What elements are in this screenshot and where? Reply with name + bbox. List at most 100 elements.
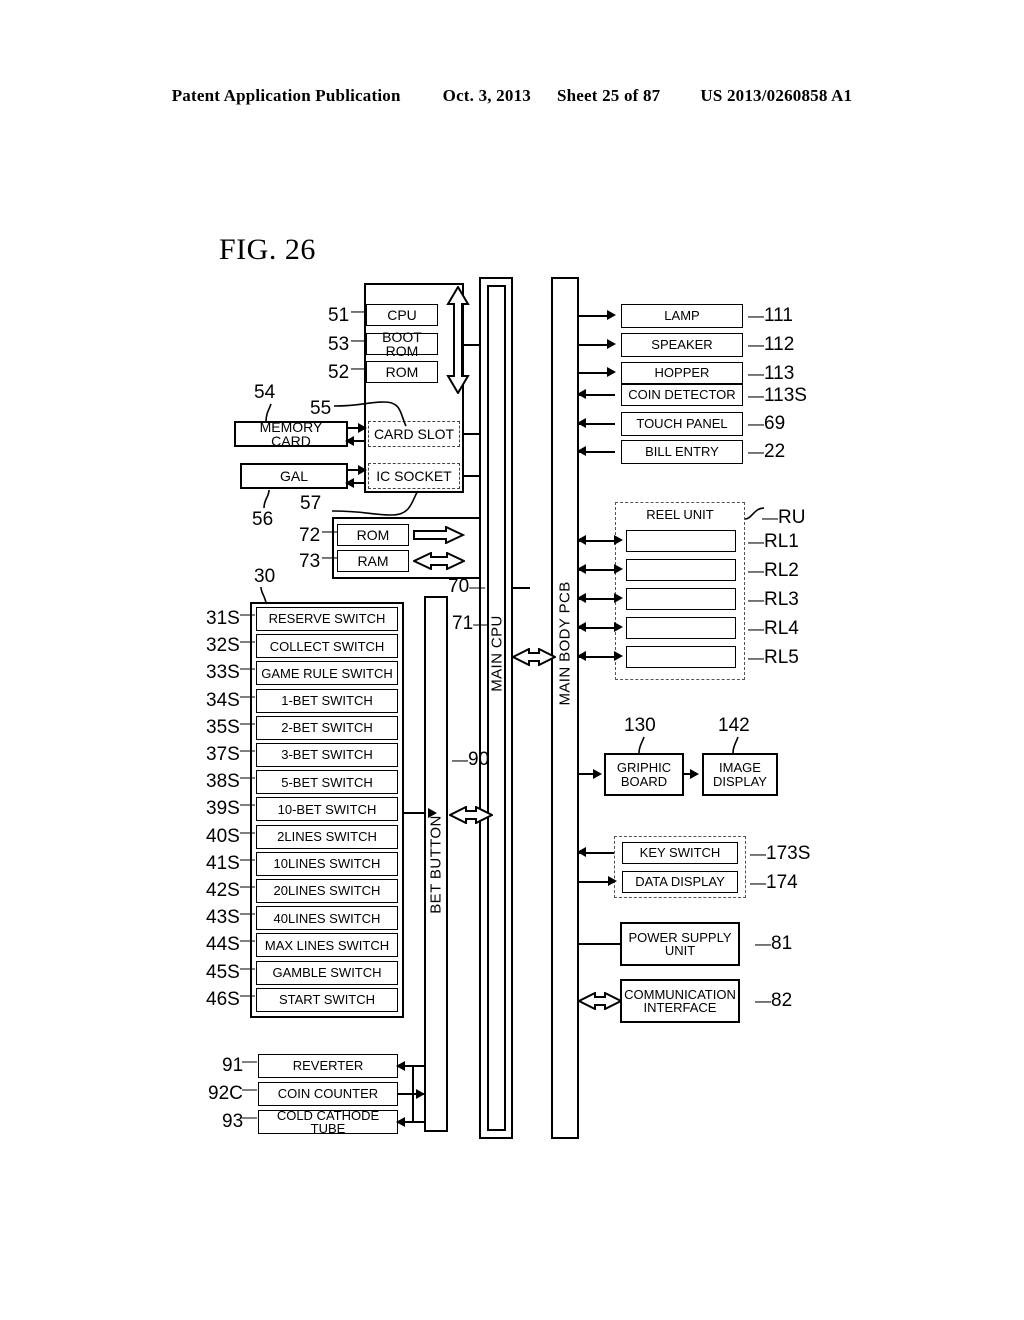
block-switch-label: 20LINES SWITCH (273, 883, 381, 899)
ref-51: 51 (328, 305, 350, 326)
block-switch-label: GAMBLE SWITCH (272, 964, 382, 980)
arrow (577, 847, 586, 857)
arrow (396, 1061, 405, 1071)
block-lamp: LAMP (621, 304, 743, 328)
leader-RU (744, 507, 765, 520)
ref-34S-tilde: — (240, 687, 255, 705)
block-switch-37s: 3-BET SWITCH (256, 743, 398, 767)
ref-35S: 35S (206, 716, 240, 738)
block-switch-46s: START SWITCH (256, 987, 398, 1012)
ref-71: 71— (452, 613, 490, 634)
ref-142: 142 (718, 715, 750, 736)
leader-56 (263, 489, 270, 509)
ref-91-tilde: — (242, 1053, 257, 1070)
block-label: LAMP (664, 308, 700, 324)
block-rom-72-label: ROM (356, 526, 390, 543)
ref-RL3: —RL3 (748, 589, 799, 610)
ref-70: 70— (448, 576, 486, 597)
arrow (614, 622, 623, 632)
ref-32S: 32S (206, 635, 240, 657)
block-switch-label: 10LINES SWITCH (273, 856, 381, 872)
ref-43S-tilde: — (240, 905, 255, 923)
header-patent-number: US 2013/0260858 A1 (700, 86, 853, 105)
bus-main-body-pcb-label: MAIN BODY PCB (556, 581, 574, 706)
block-rom-52: ROM (366, 361, 438, 383)
block-reel-rl3 (626, 588, 736, 610)
ref-73-tilde: — (322, 549, 338, 566)
arrow (577, 418, 586, 428)
block-switch-38s: 5-BET SWITCH (256, 770, 398, 795)
block-touch-panel: TOUCH PANEL (621, 412, 743, 436)
reel-unit-title: REEL UNIT (646, 507, 714, 522)
block-switch-label: 1-BET SWITCH (281, 692, 373, 708)
block-boot-rom-label: BOOT ROM (382, 328, 422, 359)
block-switch-40s: 2LINES SWITCH (256, 824, 398, 849)
arrow (577, 593, 586, 603)
block-switch-35s: 2-BET SWITCH (256, 715, 398, 740)
block-memory-card: MEMORY CARD (234, 419, 348, 448)
comm-interface-arrow (578, 992, 622, 1010)
block-ram-73: RAM (337, 550, 409, 572)
block-label: HOPPER (654, 365, 710, 381)
ref-45S: 45S (206, 961, 240, 983)
bet-button-main-cpu-arrow (449, 806, 493, 824)
block-image-display: IMAGE DISPLAY (702, 753, 778, 796)
ref-RL5: —RL5 (748, 647, 799, 668)
block-cold-cathode-tube: COLD CATHODE TUBE (258, 1108, 398, 1135)
ref-40S-tilde: — (240, 823, 255, 841)
ref-30: 30 (254, 566, 276, 587)
block-label: COIN COUNTER (277, 1086, 379, 1102)
ref-113: —113 (748, 363, 795, 384)
block-switch-label: START SWITCH (278, 992, 376, 1008)
ref-42S-tilde: — (240, 878, 255, 895)
arrow (614, 651, 623, 661)
block-switch-45s: GAMBLE SWITCH (256, 960, 398, 985)
arrow (577, 535, 586, 545)
ref-38S: 38S (206, 771, 240, 793)
ref-33S-tilde: — (240, 660, 255, 678)
ref-56: 56 (252, 509, 274, 530)
ref-31S-tilde: — (240, 606, 255, 623)
ref-73: 73 (299, 551, 321, 572)
block-switch-label: 2LINES SWITCH (277, 828, 377, 844)
block-label: SPEAKER (651, 337, 713, 353)
block-switch-31s: RESERVE SWITCH (256, 607, 398, 631)
block-gal: GAL (240, 463, 348, 489)
ref-RL2: —RL2 (748, 560, 799, 581)
ref-69: —69 (748, 413, 786, 434)
block-switch-label: 5-BET SWITCH (281, 774, 373, 790)
block-label: BILL ENTRY (645, 444, 719, 460)
ref-37S: 37S (206, 744, 240, 765)
ref-51-tilde: — (351, 303, 367, 320)
block-cpu-label: CPU (387, 306, 417, 323)
arrow (614, 564, 623, 574)
block-reel-rl4 (626, 617, 736, 639)
block-image-display-line2: DISPLAY (713, 773, 767, 789)
ref-174: —174 (750, 872, 798, 893)
ref-43S: 43S (206, 907, 240, 929)
arrow (577, 389, 586, 399)
ref-40S: 40S (206, 825, 240, 847)
block-coin-counter: COIN COUNTER (258, 1082, 398, 1106)
block-switch-label: RESERVE SWITCH (268, 611, 386, 627)
ref-41S: 41S (206, 852, 240, 874)
ref-22: —22 (748, 441, 786, 462)
ref-41S-tilde: — (240, 850, 255, 868)
block-label: DATA DISPLAY (635, 874, 725, 890)
arrow (608, 876, 617, 886)
block-switch-label: 40LINES SWITCH (273, 910, 381, 926)
arrow (607, 339, 616, 349)
arrow (607, 310, 616, 320)
ref-45S-tilde: — (240, 959, 255, 977)
ref-72: 72 (299, 525, 321, 546)
block-label: KEY SWITCH (639, 845, 721, 861)
block-switch-44s: MAX LINES SWITCH (256, 933, 398, 958)
ref-93: 93 (222, 1111, 244, 1132)
ref-32S-tilde: — (240, 633, 255, 651)
block-gal-label: GAL (279, 467, 308, 484)
block-rom-72: ROM (337, 524, 409, 546)
header-publication: Patent Application Publication (171, 86, 401, 105)
arrow (577, 564, 586, 574)
block-switch-43s: 40LINES SWITCH (256, 906, 398, 931)
block-ram-73-label: RAM (357, 552, 389, 569)
